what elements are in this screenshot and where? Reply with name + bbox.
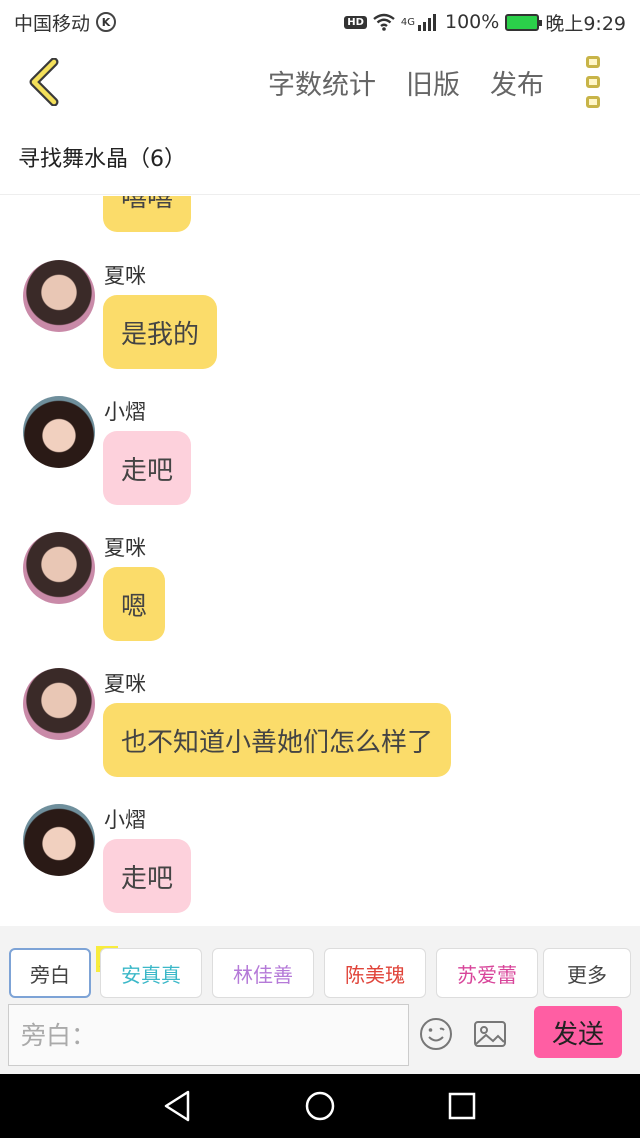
image-icon xyxy=(474,1021,506,1047)
send-button[interactable]: 发送 xyxy=(534,1006,622,1058)
message-text: 嘻嘻 xyxy=(121,196,174,213)
role-label: 苏爱蕾 xyxy=(457,962,517,987)
role-lin-jiashan[interactable]: 林佳善 xyxy=(212,948,314,998)
input-area: 发送 xyxy=(0,1000,640,1074)
role-label: 陈美瑰 xyxy=(345,962,405,987)
status-left: 中国移动 K xyxy=(14,9,117,36)
role-label: 旁白 xyxy=(30,962,70,987)
send-label: 发送 xyxy=(551,1019,604,1050)
carrier-name: 中国移动 xyxy=(14,12,91,35)
emoji-icon xyxy=(420,1018,452,1050)
message-input[interactable] xyxy=(8,1004,409,1066)
old-version-button[interactable]: 旧版 xyxy=(406,63,460,102)
more-dot xyxy=(586,76,600,88)
back-arrow-icon xyxy=(29,58,59,106)
publish-button[interactable]: 发布 xyxy=(490,63,544,102)
image-button[interactable] xyxy=(472,1016,508,1052)
chat-title: 寻找舞水晶（6） xyxy=(0,120,640,195)
more-dot xyxy=(586,96,600,108)
message-bubble[interactable]: 嗯 xyxy=(103,567,166,641)
message-list[interactable]: 嘻嘻 夏咪 是我的 小熠 走吧 夏咪 嗯 夏咪 也不知道小善她们怎么样了 小熠 … xyxy=(0,196,640,926)
message-bubble[interactable]: 是我的 xyxy=(103,295,218,369)
role-label: 更多 xyxy=(567,962,607,987)
role-label: 林佳善 xyxy=(233,962,293,987)
status-bar: 中国移动 K HD 4G 100% 晚上9:29 xyxy=(0,0,640,44)
message-bubble: 嘻嘻 xyxy=(103,196,192,232)
avatar[interactable] xyxy=(23,260,95,332)
sender-name: 小熠 xyxy=(104,808,146,832)
role-chen-meigui[interactable]: 陈美瑰 xyxy=(324,948,426,998)
hd-badge: HD xyxy=(344,15,367,29)
role-an-zhenzhen[interactable]: 安真真 xyxy=(100,948,202,998)
avatar[interactable] xyxy=(23,396,95,468)
message-text: 走吧 xyxy=(121,863,174,894)
role-label: 安真真 xyxy=(121,962,181,987)
message-bubble[interactable]: 也不知道小善她们怎么样了 xyxy=(103,703,452,777)
status-right: HD 4G 100% 晚上9:29 xyxy=(344,9,626,36)
word-count-button[interactable]: 字数统计 xyxy=(268,63,376,102)
top-app-bar: 字数统计 旧版 发布 xyxy=(0,44,640,120)
carrier-badge-icon: K xyxy=(96,12,117,32)
nav-back-icon[interactable] xyxy=(158,1086,198,1126)
network-type: 4G xyxy=(400,16,415,28)
nav-recent-icon[interactable] xyxy=(442,1086,482,1126)
back-button[interactable] xyxy=(18,54,68,110)
message-text: 走吧 xyxy=(121,455,174,486)
sender-name: 夏咪 xyxy=(104,264,146,288)
signal-icon xyxy=(418,14,436,31)
role-more-button[interactable]: 更多 xyxy=(543,948,631,998)
more-vertical-icon[interactable] xyxy=(578,56,608,108)
role-selector: 旁白 主 安真真 林佳善 陈美瑰 苏爱蕾 更多 xyxy=(0,926,640,1004)
message-bubble[interactable]: 走吧 xyxy=(103,839,192,913)
message-text: 也不知道小善她们怎么样了 xyxy=(121,727,434,758)
header-actions: 字数统计 旧版 发布 xyxy=(268,44,544,120)
wifi-icon xyxy=(373,13,395,31)
avatar[interactable] xyxy=(23,804,95,876)
message-text: 嗯 xyxy=(121,591,148,622)
more-dot xyxy=(586,56,600,68)
sender-name: 夏咪 xyxy=(104,536,146,560)
system-nav-bar xyxy=(0,1074,640,1138)
message-text: 是我的 xyxy=(121,319,200,350)
emoji-button[interactable] xyxy=(418,1016,454,1052)
sender-name: 夏咪 xyxy=(104,672,146,696)
sender-name: 小熠 xyxy=(104,400,146,424)
nav-home-icon[interactable] xyxy=(300,1086,340,1126)
message-bubble[interactable]: 走吧 xyxy=(103,431,192,505)
battery-percent: 100% xyxy=(445,11,500,33)
status-time: 晚上9:29 xyxy=(545,12,626,35)
role-narration[interactable]: 旁白 xyxy=(9,948,91,998)
role-su-ailei[interactable]: 苏爱蕾 xyxy=(436,948,538,998)
avatar[interactable] xyxy=(23,532,95,604)
battery-icon xyxy=(505,13,543,31)
avatar[interactable] xyxy=(23,668,95,740)
